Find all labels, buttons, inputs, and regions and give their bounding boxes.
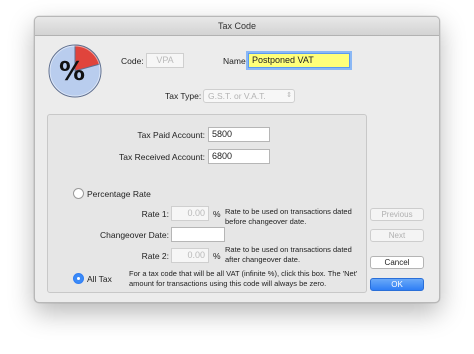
- rate2-label: Rate 2:: [141, 251, 169, 261]
- previous-button[interactable]: Previous: [370, 208, 424, 221]
- next-button[interactable]: Next: [370, 229, 424, 242]
- code-field[interactable]: VPA: [146, 53, 184, 68]
- name-field[interactable]: Postponed VAT: [248, 53, 350, 68]
- rate2-unit: %: [213, 251, 221, 261]
- tax-rate-group: [47, 114, 367, 293]
- name-label: Name:: [223, 56, 249, 66]
- rate2-note: Rate to be used on transactions dated af…: [225, 245, 352, 264]
- code-label: Code:: [121, 56, 144, 66]
- tax-paid-account-label: Tax Paid Account:: [137, 130, 205, 140]
- tax-type-label: Tax Type:: [165, 91, 202, 101]
- tax-received-account-label: Tax Received Account:: [119, 152, 205, 162]
- tax-type-value: G.S.T. or V.A.T.: [208, 91, 266, 101]
- percent-pie-icon: %: [47, 43, 103, 99]
- all-tax-radio[interactable]: [73, 273, 84, 284]
- window-title: Tax Code: [35, 17, 439, 36]
- tax-paid-account-field[interactable]: 5800: [208, 127, 270, 142]
- rate1-note: Rate to be used on transactions dated be…: [225, 207, 352, 226]
- rate1-label: Rate 1:: [141, 209, 169, 219]
- tax-received-account-field[interactable]: 6800: [208, 149, 270, 164]
- changeover-date-field[interactable]: [171, 227, 225, 242]
- rate1-field[interactable]: 0.00: [171, 206, 209, 221]
- percentage-rate-label: Percentage Rate: [87, 189, 151, 199]
- rate2-field[interactable]: 0.00: [171, 248, 209, 263]
- tax-code-dialog: Tax Code % Code: VPA Name: Postponed VAT…: [34, 16, 440, 303]
- cancel-button[interactable]: Cancel: [370, 256, 424, 269]
- ok-button[interactable]: OK: [370, 278, 424, 291]
- all-tax-note: For a tax code that will be all VAT (inf…: [129, 269, 358, 288]
- up-down-arrows-icon: ⇕: [286, 92, 292, 99]
- tax-type-select[interactable]: G.S.T. or V.A.T. ⇕: [203, 89, 295, 103]
- changeover-date-label: Changeover Date:: [100, 230, 169, 240]
- svg-text:%: %: [59, 57, 85, 87]
- all-tax-label: All Tax: [87, 274, 112, 284]
- rate1-unit: %: [213, 209, 221, 219]
- percentage-rate-radio[interactable]: [73, 188, 84, 199]
